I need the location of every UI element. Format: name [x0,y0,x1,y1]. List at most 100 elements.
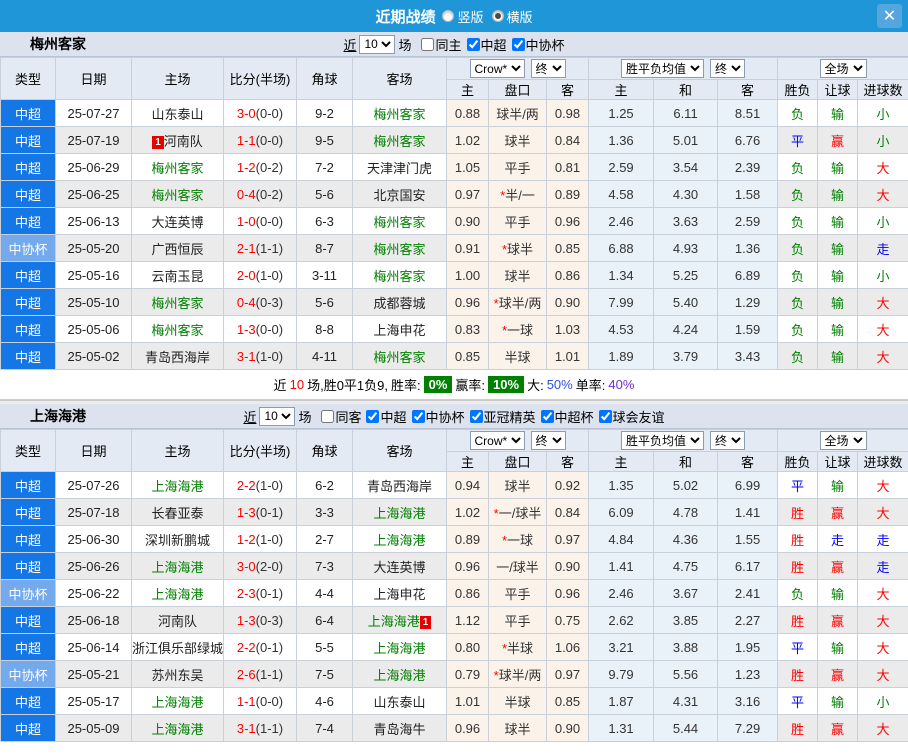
fullmatch-select[interactable]: 全场 [819,59,867,78]
match-row[interactable]: 中超 25-06-18 河南队 1-3(0-3) 6-4 上海海港 1 1.12 平手 0.75 2… [0,606,908,634]
match-row[interactable]: 中超 25-06-13 大连英博 1-0(0-0) 6-3 梅州客家 0.90 平手 0.96 2… [0,207,908,235]
match-row[interactable]: 中超 25-06-25 梅州客家 0-4(0-2) 5-6 北京国安 0.97 *半/一 0.8… [0,180,908,208]
filter-option-0[interactable]: 同主 [421,35,462,54]
match-row[interactable]: 中协杯 25-05-21 苏州东吴 2-6(1-1) 7-5 上海海港 0.79 *球半/两 0… [0,660,908,688]
fullmatch-select[interactable]: 全场 [819,431,867,450]
match-row[interactable]: 中超 25-07-26 上海海港 2-2(1-0) 6-2 青岛西海岸 0.94 球半 0.92… [0,471,908,499]
layout-radio-1[interactable]: 横版 [491,7,533,26]
filter-option-1[interactable]: 中超 [366,407,407,426]
close-icon[interactable]: ✕ [877,4,902,28]
match-count-select[interactable]: 10 [259,406,296,426]
home-team-link[interactable]: 上海海港 [151,722,203,737]
home-team-link[interactable]: 上海海港 [151,560,203,575]
away-team-link[interactable]: 上海海港 [373,506,425,521]
filter-option-3[interactable]: 亚冠精英 [469,407,536,426]
match-row[interactable]: 中超 25-05-09 上海海港 3-1(1-1) 7-4 青岛海牛 0.96 球半 0.90 1… [0,714,908,742]
home-odds-cell: 0.90 [446,207,489,235]
home-team-link[interactable]: 梅州客家 [151,188,203,203]
filter-checkbox[interactable] [411,409,425,423]
filter-checkbox[interactable] [469,409,483,423]
filter-checkbox[interactable] [540,409,554,423]
home-team-link[interactable]: 梅州客家 [151,323,203,338]
match-row[interactable]: 中超 25-05-10 梅州客家 0-4(0-3) 5-6 成都蓉城 0.96 *球半/两 0.… [0,288,908,316]
away-team-link[interactable]: 上海申花 [373,323,425,338]
europe-avg-select[interactable]: 胜平负均值 [621,59,705,78]
match-row[interactable]: 中超 25-05-06 梅州客家 1-3(0-0) 8-8 上海申花 0.83 *一球 1.03… [0,315,908,343]
match-row[interactable]: 中超 25-06-26 上海海港 3-0(2-0) 7-3 大连英博 0.96 一/球半 0.9… [0,552,908,580]
home-team-link[interactable]: 上海海港 [151,587,203,602]
radio-circle-icon[interactable] [491,10,504,22]
radio-circle-icon[interactable] [442,10,455,22]
bookmaker-final-select[interactable]: 终 [530,431,566,450]
match-row[interactable]: 中超 25-07-27 山东泰山 3-0(0-0) 9-2 梅州客家 0.88 球半/两 0.9… [0,99,908,127]
corner-cell: 7-5 [296,660,353,688]
away-team-link[interactable]: 上海海港 [373,668,425,683]
near-link[interactable]: 近 [243,407,256,426]
match-row[interactable]: 中协杯 25-05-20 广西恒辰 2-1(1-1) 8-7 梅州客家 0.91 *球半 0.8… [0,234,908,262]
filter-option-5[interactable]: 球会友谊 [598,407,665,426]
away-team-link[interactable]: 梅州客家 [373,242,425,257]
match-row[interactable]: 中超 25-06-14 浙江俱乐部绿城 2-2(0-1) 5-5 上海海港 0.80 *半球 1… [0,633,908,661]
home-team-link[interactable]: 广西恒辰 [151,242,203,257]
home-team-link[interactable]: 山东泰山 [151,107,203,122]
europe-avg-select[interactable]: 胜平负均值 [621,431,705,450]
away-team-link[interactable]: 上海海港 [373,641,425,656]
away-team-link[interactable]: 青岛海牛 [373,722,425,737]
home-team-link[interactable]: 大连英博 [151,215,203,230]
match-row[interactable]: 中协杯 25-06-22 上海海港 2-3(0-1) 4-4 上海申花 0.86 平手 0.96… [0,579,908,607]
home-team-link[interactable]: 梅州客家 [151,296,203,311]
away-team-link[interactable]: 山东泰山 [373,695,425,710]
home-team-link[interactable]: 河南队 [164,134,203,149]
home-team-link[interactable]: 长春亚泰 [151,506,203,521]
home-team-link[interactable]: 苏州东吴 [151,668,203,683]
filter-checkbox[interactable] [511,37,525,51]
away-team-link[interactable]: 梅州客家 [373,134,425,149]
filter-option-1[interactable]: 中超 [466,35,507,54]
away-team-link[interactable]: 梅州客家 [373,215,425,230]
match-row[interactable]: 中超 25-05-02 青岛西海岸 3-1(1-0) 4-11 梅州客家 0.85 半球 1.0… [0,342,908,370]
match-row[interactable]: 中超 25-05-17 上海海港 1-1(0-0) 4-6 山东泰山 1.01 半球 0.85 1… [0,687,908,715]
away-team-link[interactable]: 上海申花 [373,587,425,602]
europe-final-select[interactable]: 终 [710,59,746,78]
away-team-link[interactable]: 北京国安 [373,188,425,203]
match-count-select[interactable]: 10 [359,34,396,54]
home-team-link[interactable]: 梅州客家 [151,161,203,176]
away-team-link[interactable]: 上海海港 [373,533,425,548]
home-team-link[interactable]: 河南队 [158,614,197,629]
home-team-link[interactable]: 青岛西海岸 [145,350,210,365]
match-row[interactable]: 中超 25-06-29 梅州客家 1-2(0-2) 7-2 天津津门虎 1.05 平手 0.81… [0,153,908,181]
europe-final-select[interactable]: 终 [710,431,746,450]
filter-option-0[interactable]: 同客 [321,407,361,426]
bookmaker-final-select[interactable]: 终 [530,59,566,78]
bookmaker-select[interactable]: Crow* [469,59,525,78]
away-team-link[interactable]: 上海海港 [368,614,420,629]
layout-radio-0[interactable]: 竖版 [442,7,484,26]
filter-checkbox[interactable] [598,409,612,423]
filter-checkbox[interactable] [466,37,480,51]
home-team-link[interactable]: 深圳新鹏城 [145,533,210,548]
header-select-cell: Crow* 终 [445,57,590,80]
filter-checkbox[interactable] [366,409,380,423]
filter-option-2[interactable]: 中协杯 [411,407,465,426]
home-team-link[interactable]: 浙江俱乐部绿城 [133,641,223,656]
away-team-link[interactable]: 梅州客家 [373,269,425,284]
away-team-link[interactable]: 成都蓉城 [373,296,425,311]
near-link[interactable]: 近 [343,35,356,54]
filter-checkbox[interactable] [321,409,335,423]
filter-option-2[interactable]: 中协杯 [511,35,565,54]
match-row[interactable]: 中超 25-07-18 长春亚泰 1-3(0-1) 3-3 上海海港 1.02 *一/球半 0.… [0,498,908,526]
home-team-link[interactable]: 上海海港 [151,695,203,710]
home-team-link[interactable]: 上海海港 [151,479,203,494]
match-row[interactable]: 中超 25-05-16 云南玉昆 2-0(1-0) 3-11 梅州客家 1.00 球半 0.86… [0,261,908,289]
match-row[interactable]: 中超 25-06-30 深圳新鹏城 1-2(1-0) 2-7 上海海港 0.89 *一球 0.9… [0,525,908,553]
away-team-link[interactable]: 梅州客家 [373,350,425,365]
bookmaker-select[interactable]: Crow* [469,431,525,450]
filter-option-4[interactable]: 中超杯 [540,407,594,426]
away-team-link[interactable]: 大连英博 [373,560,425,575]
filter-checkbox[interactable] [421,37,435,51]
match-row[interactable]: 中超 25-07-19 1 河南队 1-1(0-0) 9-5 梅州客家 1.02 球半 0.84 1… [0,126,908,154]
home-team-link[interactable]: 云南玉昆 [151,269,203,284]
away-team-link[interactable]: 天津津门虎 [367,161,432,176]
away-team-link[interactable]: 青岛西海岸 [367,479,432,494]
away-team-link[interactable]: 梅州客家 [373,107,425,122]
